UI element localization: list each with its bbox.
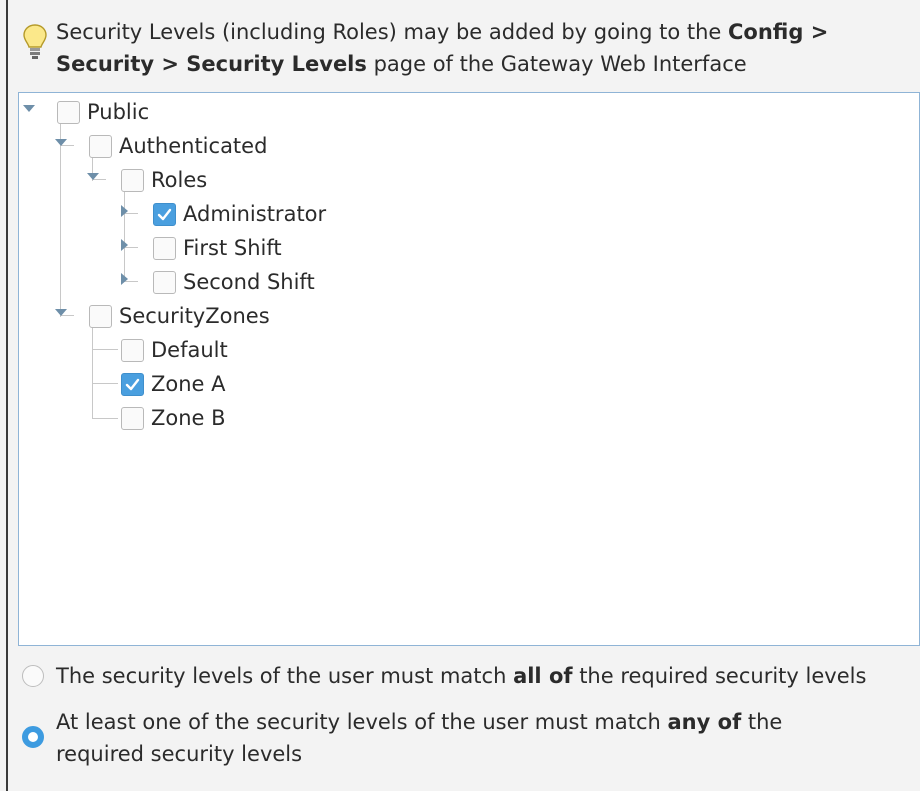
tree-connector xyxy=(92,325,93,419)
match-any-radio[interactable] xyxy=(22,726,44,748)
tree-node-public[interactable]: Public xyxy=(57,95,149,129)
match-all-text: The security levels of the user must mat… xyxy=(56,664,514,688)
tree-node-label: Roles xyxy=(151,168,208,192)
match-any-text-end: the xyxy=(741,710,783,734)
match-all-radio[interactable] xyxy=(22,665,44,687)
security-levels-tree[interactable]: Public Authenticated Roles Administrator… xyxy=(18,92,920,646)
tree-node-zone-a[interactable]: Zone A xyxy=(121,367,226,401)
tree-node-label: Authenticated xyxy=(119,134,268,158)
collapse-arrow-icon[interactable] xyxy=(54,138,68,148)
expand-arrow-icon[interactable] xyxy=(120,238,130,252)
tree-node-label: Default xyxy=(151,338,228,362)
tree-node-roles[interactable]: Roles xyxy=(121,163,207,197)
tree-connector xyxy=(124,189,125,281)
checkbox[interactable] xyxy=(121,338,144,362)
tree-node-label: Public xyxy=(87,100,150,124)
tree-node-second-shift[interactable]: Second Shift xyxy=(153,265,315,299)
checkbox[interactable] xyxy=(121,168,144,192)
tree-node-label: Second Shift xyxy=(183,270,315,294)
info-bold-security-levels: Security > Security Levels xyxy=(56,52,367,76)
info-text: Security Levels (including Roles) may be… xyxy=(56,16,828,80)
tree-connector xyxy=(92,349,118,350)
checkmark-icon xyxy=(125,378,140,390)
match-all-option[interactable]: The security levels of the user must mat… xyxy=(22,660,866,692)
match-all-text-end: the required security levels xyxy=(572,664,867,688)
tree-connector xyxy=(60,119,61,317)
checkbox[interactable] xyxy=(89,304,112,328)
match-all-label: The security levels of the user must mat… xyxy=(56,660,866,692)
checkbox[interactable] xyxy=(153,270,176,294)
tree-connector xyxy=(92,383,118,384)
checkmark-icon xyxy=(157,208,172,220)
tree-node-label: Zone B xyxy=(151,406,226,430)
tree-node-first-shift[interactable]: First Shift xyxy=(153,231,282,265)
match-any-bold: any of xyxy=(667,710,742,734)
expand-arrow-icon[interactable] xyxy=(120,272,130,286)
collapse-arrow-icon[interactable] xyxy=(54,308,68,318)
checkbox[interactable] xyxy=(153,236,176,260)
tree-node-label: First Shift xyxy=(183,236,282,260)
tree-node-security-zones[interactable]: SecurityZones xyxy=(89,299,270,333)
checkbox[interactable] xyxy=(57,100,80,124)
checkbox[interactable] xyxy=(121,406,144,430)
info-bold-config: Config > xyxy=(728,20,829,44)
match-any-option[interactable]: At least one of the security levels of t… xyxy=(22,706,782,770)
match-any-text-line2: required security levels xyxy=(56,742,303,766)
tree-connector xyxy=(92,418,118,419)
tree-node-default[interactable]: Default xyxy=(121,333,228,367)
info-text-part1: Security Levels (including Roles) may be… xyxy=(56,20,728,44)
match-any-label: At least one of the security levels of t… xyxy=(56,706,782,770)
checkbox[interactable] xyxy=(89,134,112,158)
info-banner: Security Levels (including Roles) may be… xyxy=(22,14,912,80)
lightbulb-icon xyxy=(23,24,47,59)
collapse-arrow-icon[interactable] xyxy=(86,172,100,182)
tree-node-authenticated[interactable]: Authenticated xyxy=(89,129,267,163)
tree-node-label: Administrator xyxy=(183,202,327,226)
info-text-part2: page of the Gateway Web Interface xyxy=(366,52,747,76)
checkbox-checked[interactable] xyxy=(121,372,144,396)
tree-node-administrator[interactable]: Administrator xyxy=(153,197,326,231)
tree-node-zone-b[interactable]: Zone B xyxy=(121,401,226,435)
match-any-text: At least one of the security levels of t… xyxy=(56,710,668,734)
checkbox-checked[interactable] xyxy=(153,202,176,226)
tree-node-label: SecurityZones xyxy=(119,304,270,328)
match-all-bold: all of xyxy=(513,664,573,688)
collapse-arrow-icon[interactable] xyxy=(22,104,36,114)
tree-node-label: Zone A xyxy=(151,372,226,396)
expand-arrow-icon[interactable] xyxy=(120,204,130,218)
